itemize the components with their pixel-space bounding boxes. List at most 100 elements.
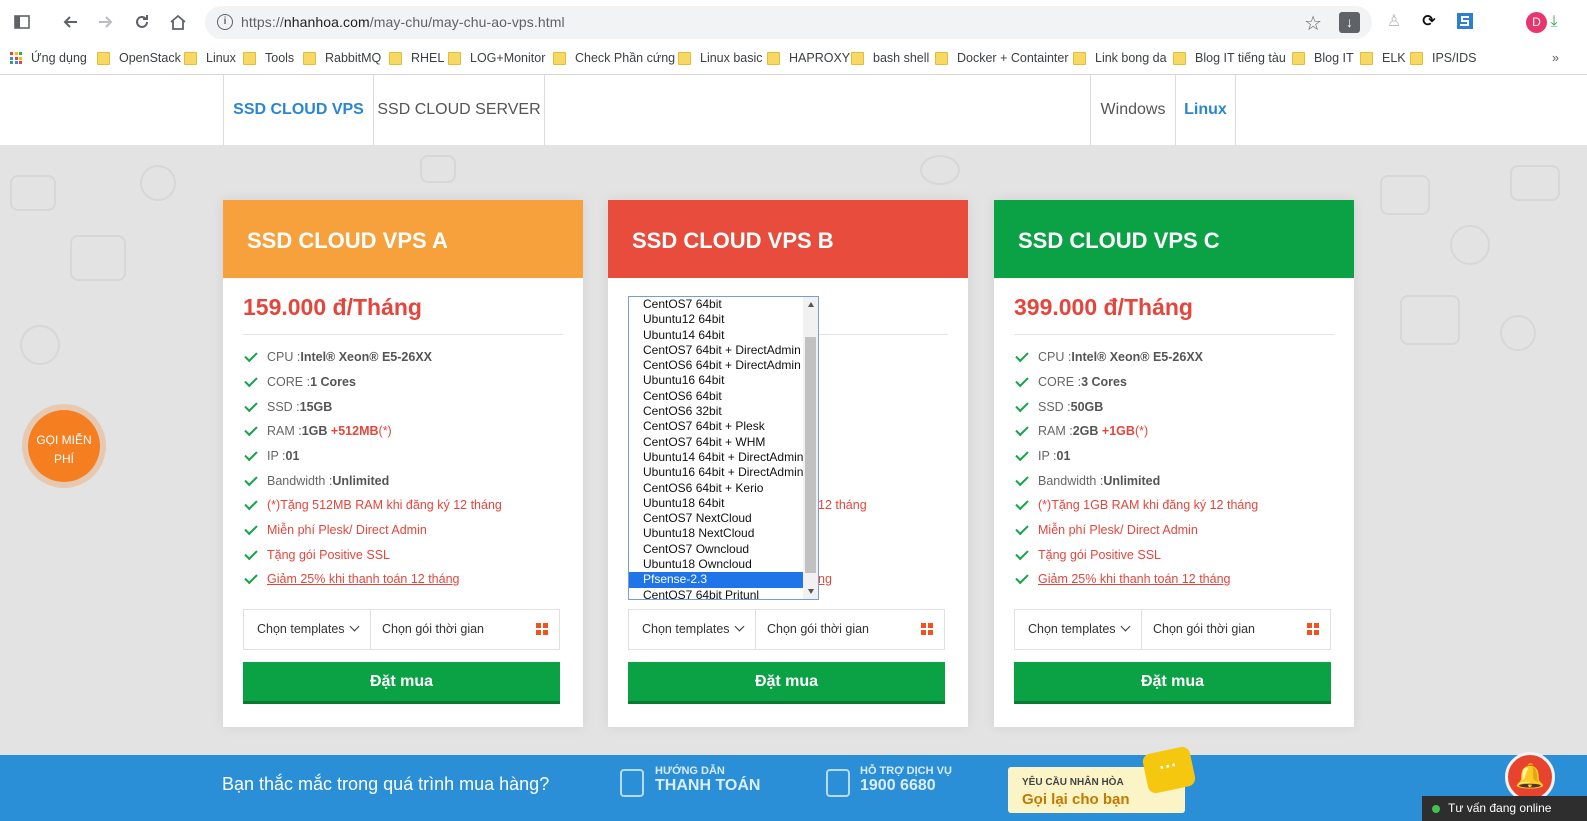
bookmark-folder[interactable]: Docker + Containter	[935, 51, 1069, 65]
divider	[243, 334, 563, 335]
bookmark-folder[interactable]: OpenStack	[97, 51, 181, 65]
check-icon	[244, 546, 258, 561]
tab-ssd-cloud-vps[interactable]: SSD CLOUD VPS	[223, 75, 373, 157]
bookmark-folder[interactable]: IPS/IDS	[1410, 51, 1476, 65]
folder-icon	[448, 51, 461, 65]
plan-options: Chọn templates Chọn gói thời gian	[1014, 609, 1331, 650]
tab-windows[interactable]: Windows	[1090, 75, 1175, 145]
feature-bandwidth: Bandwidth : Unlimited	[243, 472, 389, 488]
folder-icon	[935, 51, 948, 65]
template-option[interactable]: Ubuntu16 64bit	[629, 373, 818, 388]
template-option[interactable]: CentOS6 32bit	[629, 404, 818, 419]
bookmark-folder[interactable]: HAPROXY	[767, 51, 850, 65]
more-bookmarks-icon[interactable]: »	[1552, 51, 1559, 65]
address-bar[interactable]: i https://nhanhoa.com/may-chu/may-chu-ao…	[205, 6, 1372, 39]
extension-icon[interactable]: ♙	[1384, 12, 1404, 32]
template-option[interactable]: Ubuntu18 64bit	[629, 496, 818, 511]
home-icon[interactable]	[168, 12, 188, 32]
doodle	[420, 155, 456, 183]
forward-icon[interactable]	[96, 12, 116, 32]
template-option[interactable]: CentOS6 64bit + Kerio	[629, 481, 818, 496]
tab-linux[interactable]: Linux	[1175, 75, 1236, 157]
chevron-down-icon	[1120, 621, 1131, 632]
bookmark-folder[interactable]: Link bong da	[1073, 51, 1167, 65]
bookmark-folder[interactable]: ELK	[1360, 51, 1406, 65]
bookmark-folder[interactable]: Blog IT	[1292, 51, 1354, 65]
template-option[interactable]: Ubuntu14 64bit	[629, 328, 818, 343]
feature-promo-discount[interactable]: Giảm 25% khi thanh toán 12 tháng	[243, 570, 460, 586]
templates-dropdown-list[interactable]: CentOS7 64bit Ubuntu12 64bit Ubuntu14 64…	[628, 296, 819, 600]
plan-options: Chọn templates Chọn gói thời gian	[628, 609, 945, 650]
template-option[interactable]: CentOS7 64bit Pritunl	[629, 588, 818, 599]
templates-select[interactable]: Chọn templates	[244, 610, 371, 649]
bookmark-folder[interactable]: Linux	[184, 51, 236, 65]
payment-guide-link[interactable]: HƯỚNG DẪN THANH TOÁN	[655, 765, 760, 795]
feature-ip: IP : 01	[1014, 447, 1070, 463]
template-option[interactable]: CentOS7 Owncloud	[629, 542, 818, 557]
period-select[interactable]: Chọn gói thời gian	[1142, 610, 1330, 649]
template-option[interactable]: CentOS7 NextCloud	[629, 511, 818, 526]
template-option[interactable]: CentOS6 64bit + DirectAdmin	[629, 358, 818, 373]
buy-button[interactable]: Đặt mua	[628, 662, 945, 704]
period-select[interactable]: Chọn gói thời gian	[371, 610, 559, 649]
feature-cpu: CPU : Intel® Xeon® E5-26XX	[243, 348, 432, 364]
tab-ssd-cloud-server[interactable]: SSD CLOUD SERVER	[373, 75, 545, 145]
template-option[interactable]: CentOS6 64bit	[629, 389, 818, 404]
sidebar-toggle-icon[interactable]	[12, 12, 32, 32]
scroll-up-icon[interactable]	[808, 302, 814, 307]
bookmark-folder[interactable]: RabbitMQ	[303, 51, 381, 65]
download-arrow-icon[interactable]: ⤓	[1544, 12, 1564, 32]
bookmarks-bar: Ứng dụng OpenStack Linux Tools RabbitMQ …	[0, 44, 1587, 75]
notification-bell-icon[interactable]: 🔔	[1505, 752, 1555, 802]
templates-select[interactable]: Chọn templates	[629, 610, 756, 649]
template-option[interactable]: Ubuntu12 64bit	[629, 312, 818, 327]
template-option[interactable]: Ubuntu14 64bit + DirectAdmin	[629, 450, 818, 465]
s-extension-icon[interactable]	[1455, 12, 1475, 32]
scrollbar-thumb[interactable]	[805, 337, 816, 573]
bookmark-folder[interactable]: bash shell	[851, 51, 929, 65]
support-footer: Bạn thắc mắc trong quá trình mua hàng? H…	[0, 755, 1587, 821]
dropdown-scrollbar[interactable]	[803, 297, 818, 599]
bookmark-folder[interactable]: Tools	[243, 51, 294, 65]
online-chat-widget[interactable]: Tư vấn đang online	[1422, 796, 1587, 821]
bookmark-folder[interactable]: Linux basic	[678, 51, 763, 65]
buy-button[interactable]: Đặt mua	[243, 662, 560, 704]
download-icon[interactable]: ↓	[1339, 12, 1360, 33]
plan-price: 399.000 đ/Tháng	[1014, 294, 1193, 320]
buy-button[interactable]: Đặt mua	[1014, 662, 1331, 704]
template-option-selected[interactable]: Pfsense-2.3	[629, 572, 818, 588]
template-option[interactable]: Ubuntu18 NextCloud	[629, 526, 818, 541]
bookmark-folder[interactable]: LOG+Monitor	[448, 51, 545, 65]
templates-select[interactable]: Chọn templates	[1015, 610, 1142, 649]
template-option[interactable]: CentOS7 64bit + Plesk	[629, 419, 818, 434]
reload-icon[interactable]	[132, 12, 152, 32]
support-hotline[interactable]: HỖ TRỢ DỊCH VỤ 1900 6680	[860, 765, 952, 795]
template-option[interactable]: CentOS7 64bit + DirectAdmin	[629, 343, 818, 358]
site-info-icon[interactable]: i	[217, 14, 233, 30]
plan-card-a: SSD CLOUD VPS A 159.000 đ/Tháng CPU : In…	[223, 200, 583, 727]
feature-ram: RAM : 2GB +1GB (*)	[1014, 422, 1148, 438]
apps-grid-icon	[10, 52, 22, 64]
bookmark-folder[interactable]: Check Phần cứng	[553, 51, 675, 65]
template-option[interactable]: CentOS7 64bit	[629, 297, 818, 312]
sync-extension-icon[interactable]: ⟳	[1419, 12, 1439, 32]
bookmark-folder[interactable]: Blog IT tiếng tàu	[1173, 51, 1286, 65]
doodle	[1380, 175, 1430, 215]
period-select[interactable]: Chọn gói thời gian	[756, 610, 944, 649]
template-option[interactable]: Ubuntu16 64bit + DirectAdmin	[629, 465, 818, 480]
bookmark-folder[interactable]: RHEL	[389, 51, 444, 65]
template-option[interactable]: Ubuntu18 Owncloud	[629, 557, 818, 572]
chevron-down-icon	[349, 621, 360, 632]
feature-promo-discount[interactable]: Giảm 25% khi thanh toán 12 tháng	[1014, 570, 1231, 586]
bookmark-apps[interactable]: Ứng dụng	[10, 51, 87, 65]
check-icon	[1015, 422, 1029, 437]
feature-core: CORE : 3 Cores	[1014, 373, 1127, 389]
scroll-down-icon[interactable]	[808, 589, 814, 594]
back-icon[interactable]	[60, 12, 80, 32]
free-call-button[interactable]: GỌI MIỄN PHÍ	[22, 404, 106, 488]
bookmark-star-icon[interactable]: ☆	[1304, 11, 1322, 36]
browser-toolbar: i https://nhanhoa.com/may-chu/may-chu-ao…	[0, 0, 1587, 44]
doodle	[920, 155, 960, 185]
feature-promo-ram: (*)Tặng 512MB RAM khi đăng ký 12 tháng	[243, 496, 502, 512]
template-option[interactable]: CentOS7 64bit + WHM	[629, 435, 818, 450]
